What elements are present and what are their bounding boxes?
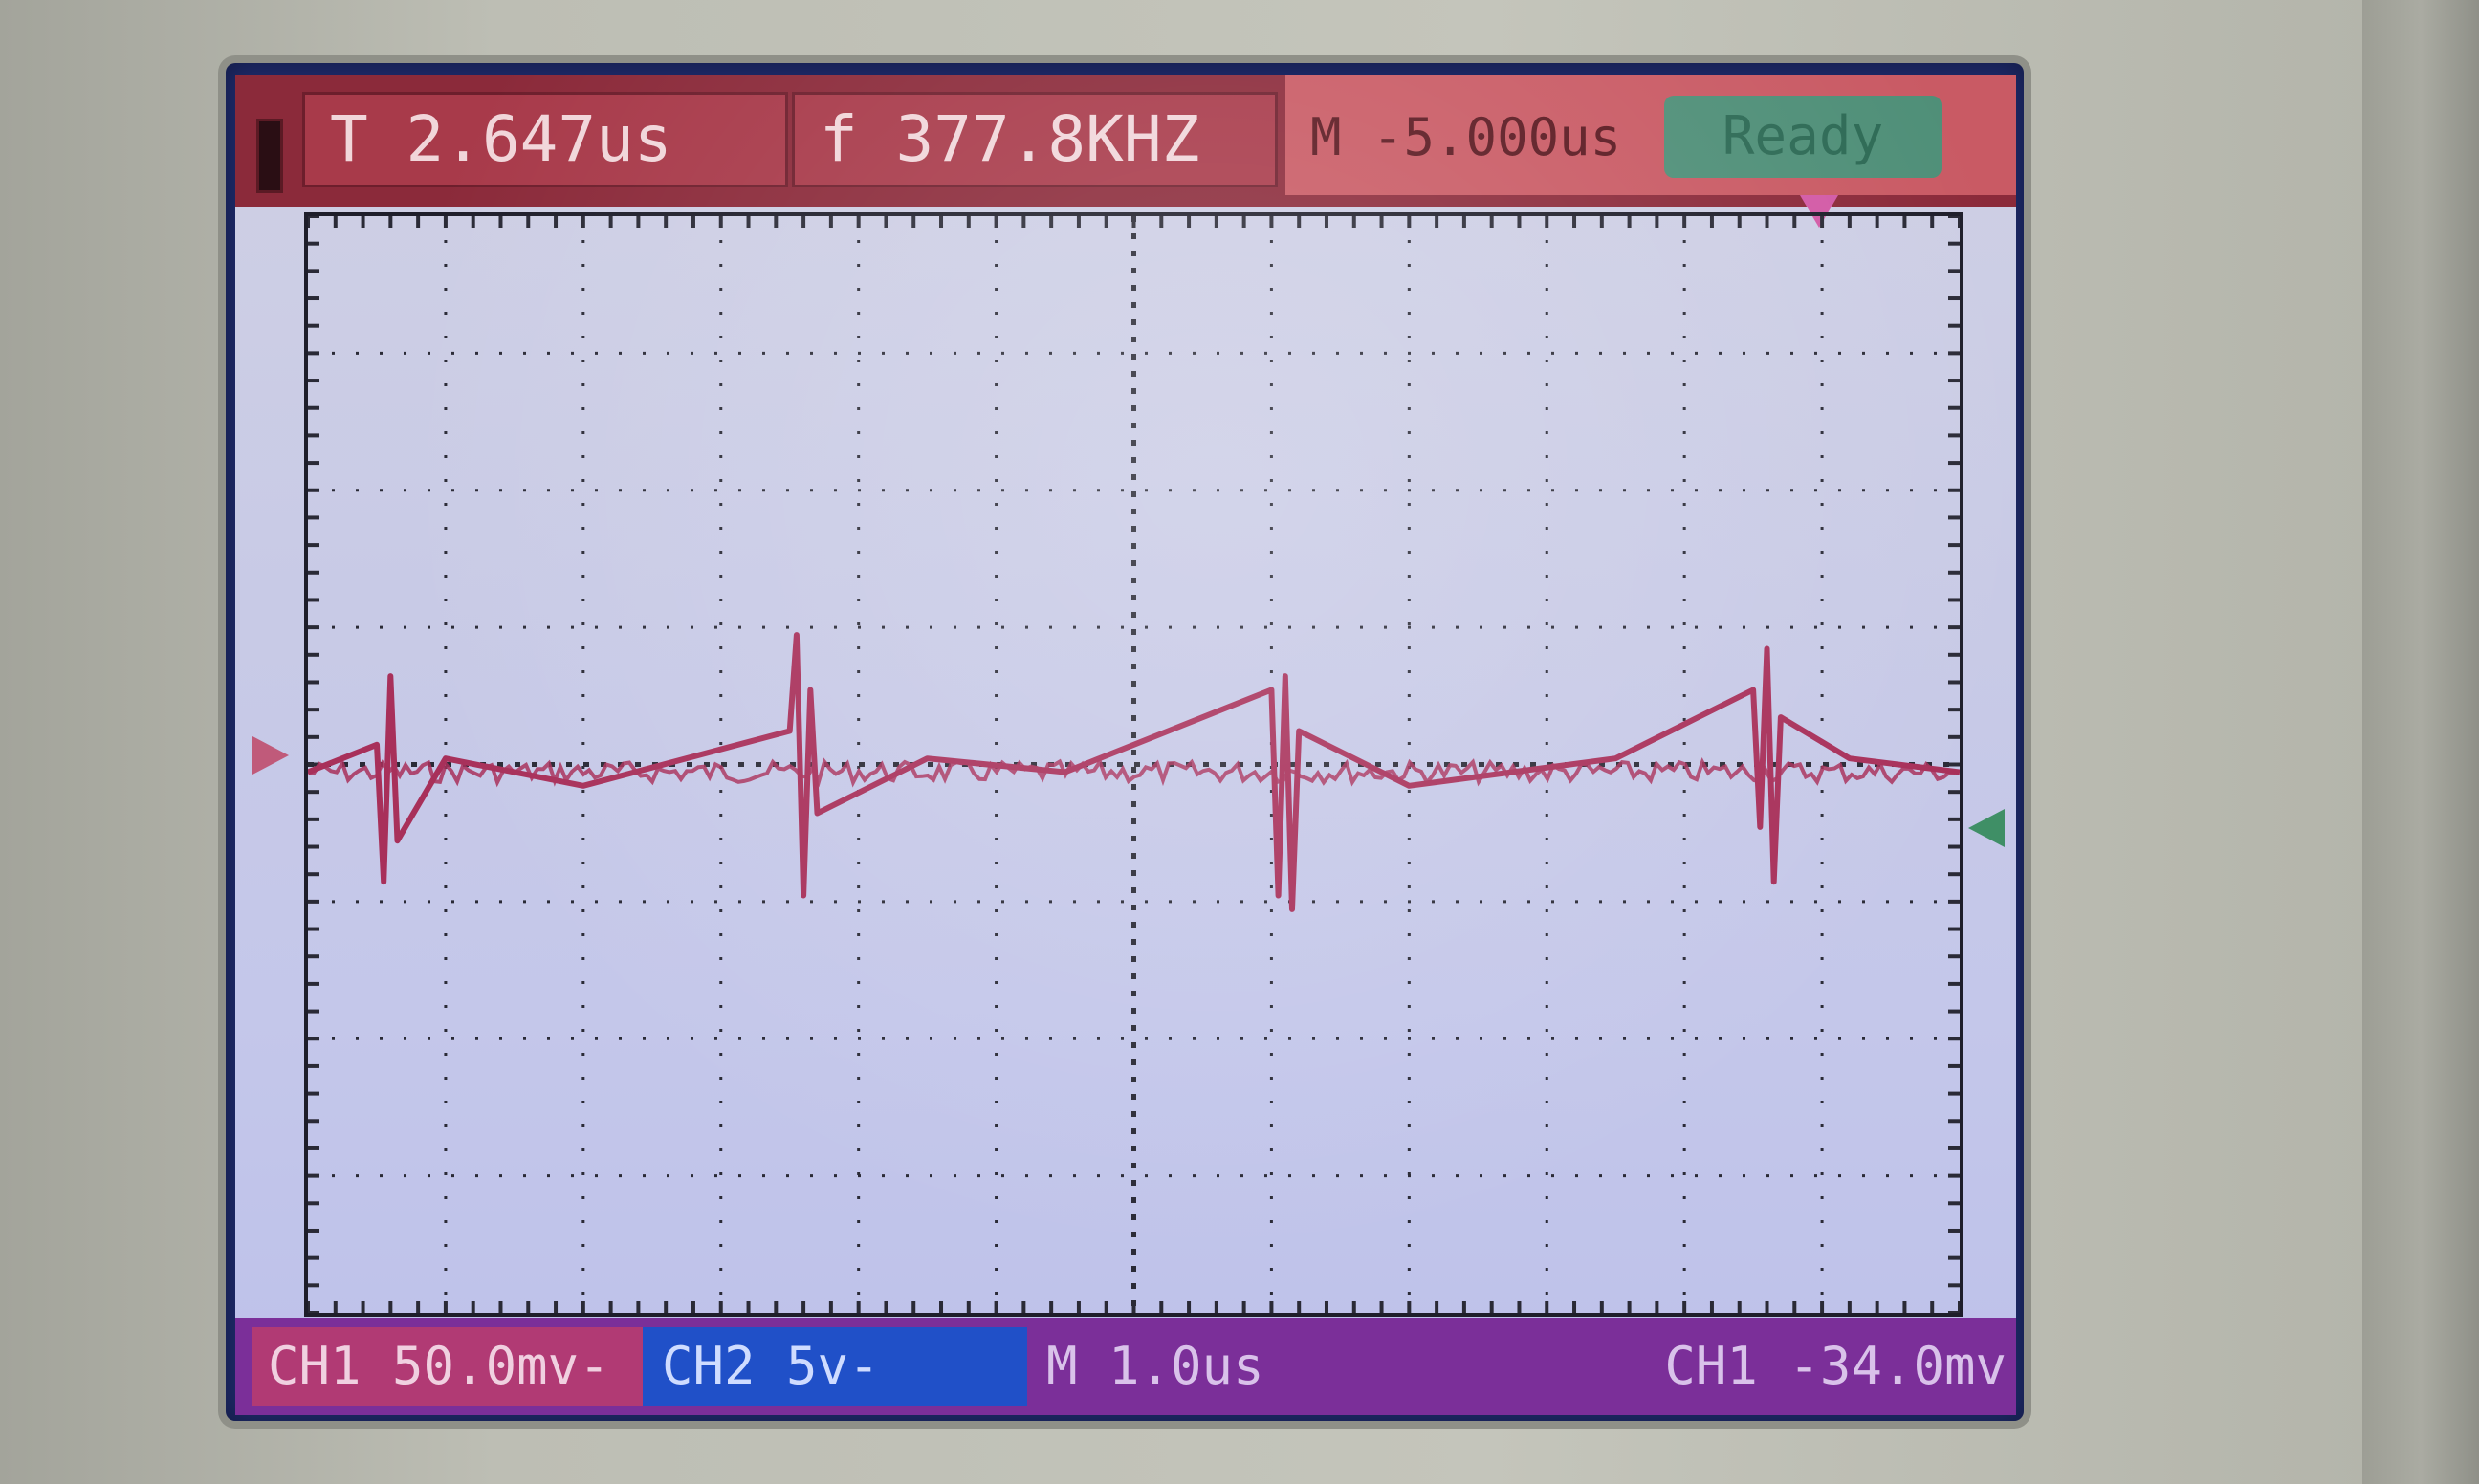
- frequency-readout: f 377.8KHZ: [792, 92, 1278, 187]
- main-timebase-readout: M -5.000us: [1310, 107, 1622, 167]
- trigger-level-readout: CH1 -34.0mv: [1664, 1336, 2007, 1396]
- battery-icon: [256, 119, 283, 193]
- waveform-plot: [304, 212, 1963, 1317]
- waveform-svg: [308, 216, 1960, 1313]
- ch2-ground-marker-icon: [1968, 809, 2005, 847]
- ch1-ground-marker-icon: [252, 736, 289, 775]
- period-readout: T 2.647us: [302, 92, 788, 187]
- ch2-scale-badge: CH2 5v-: [643, 1327, 1027, 1406]
- timebase-readout: M 1.0us: [1046, 1336, 1264, 1396]
- graticule: [308, 216, 1960, 1313]
- ch1-scale-badge: CH1 50.0mv-: [252, 1327, 643, 1406]
- oscilloscope-screen: T 2.647us f 377.8KHZ M -5.000us Ready CH…: [235, 75, 2016, 1415]
- status-badge: Ready: [1664, 96, 1942, 178]
- bezel-right-edge: [2362, 0, 2479, 1484]
